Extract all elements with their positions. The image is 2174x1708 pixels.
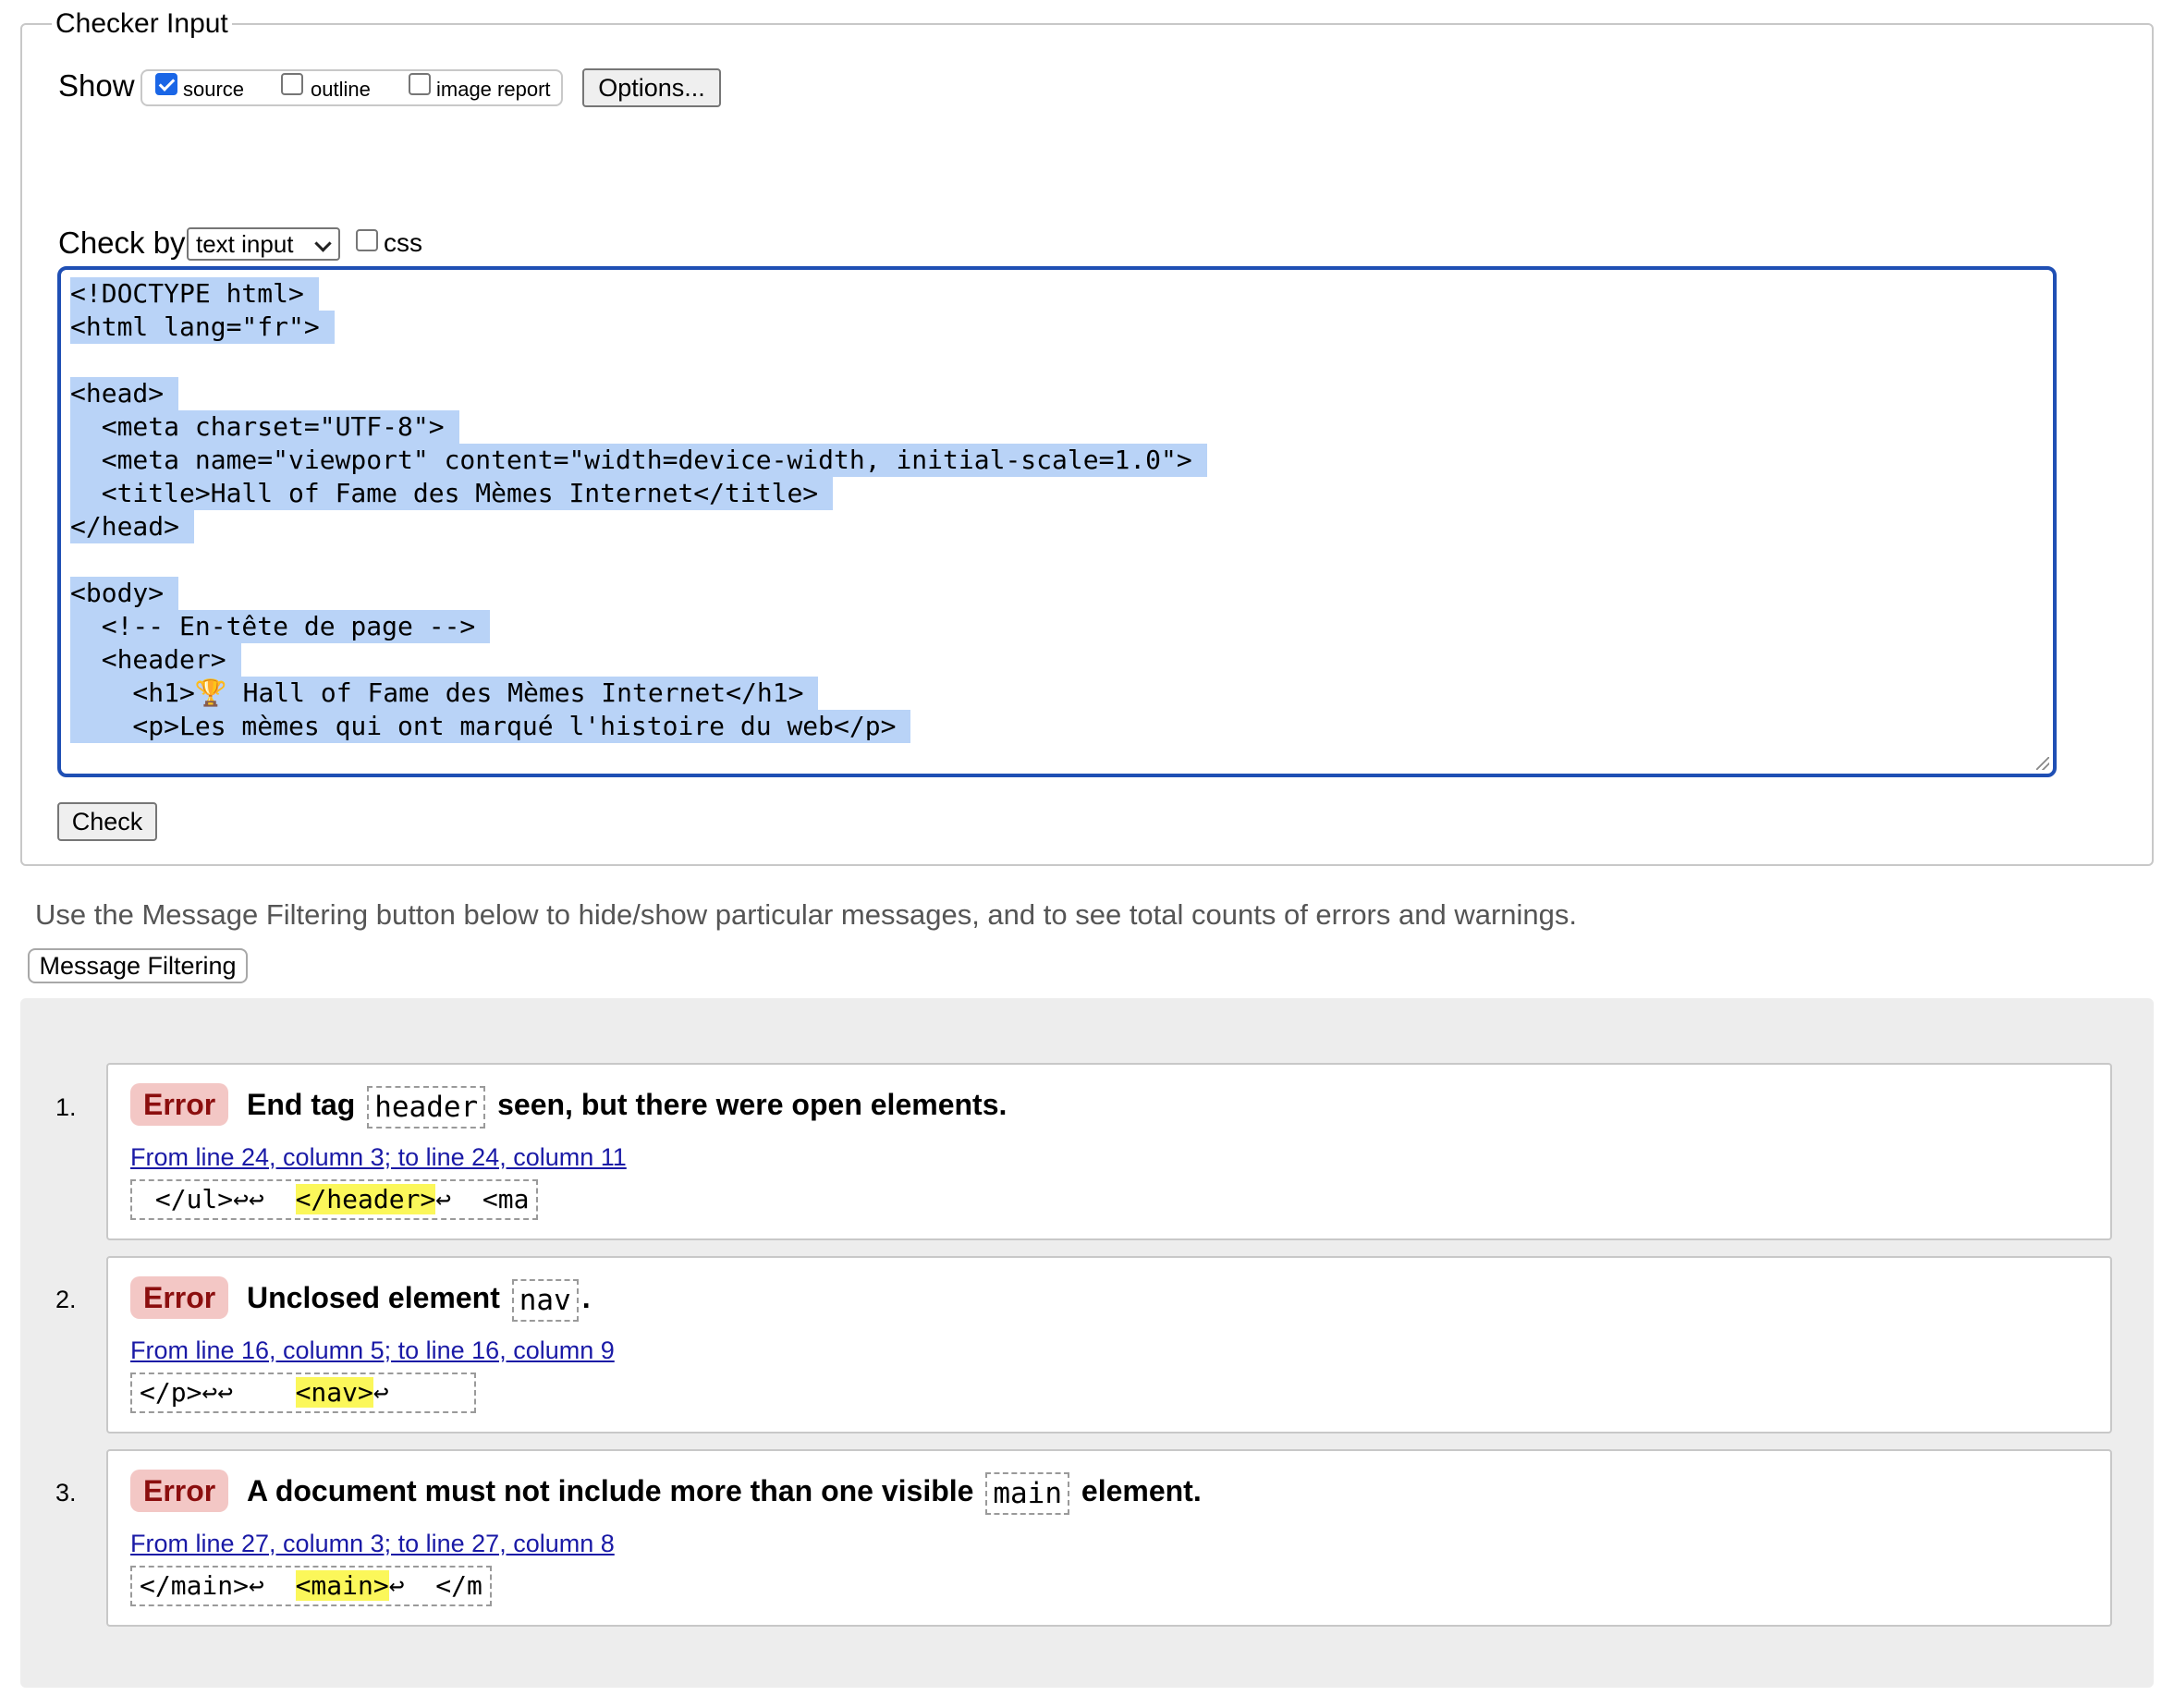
source-checkbox[interactable]: [155, 73, 177, 95]
message-text: End tag header seen, but there were open…: [247, 1083, 1007, 1128]
options-button[interactable]: Options...: [582, 68, 721, 107]
image-report-checkbox[interactable]: [409, 73, 431, 95]
error-message-2: Error Unclosed element nav. From line 16…: [106, 1256, 2112, 1434]
resize-grip-icon[interactable]: [2036, 757, 2049, 770]
check-by-label: Check by: [58, 226, 186, 260]
source-line: <title>Hall of Fame des Mèmes Internet</…: [70, 477, 834, 510]
element-code: header: [367, 1085, 486, 1128]
message-number: 2.: [55, 1286, 77, 1313]
error-badge: Error: [130, 1470, 229, 1512]
error-badge: Error: [130, 1083, 229, 1126]
image-report-option-label: image report: [436, 78, 551, 101]
element-code: main: [985, 1471, 1069, 1515]
source-line: [70, 743, 214, 774]
source-line: <!DOCTYPE html>: [70, 277, 319, 311]
source-line: <header>: [70, 643, 241, 677]
error-badge: Error: [130, 1276, 229, 1319]
source-line: <meta charset="UTF-8">: [70, 410, 459, 444]
message-filtering-button[interactable]: Message Filtering: [28, 948, 248, 983]
chevron-down-icon: [314, 235, 332, 252]
outline-option-label: outline: [311, 78, 371, 101]
source-line: <body>: [70, 577, 179, 610]
filtering-hint: Use the Message Filtering button below t…: [35, 898, 1578, 931]
location-link[interactable]: From line 24, column 3; to line 24, colu…: [130, 1141, 627, 1174]
error-message-1: Error End tag header seen, but there wer…: [106, 1063, 2112, 1240]
results-panel: 1. Error End tag header seen, but there …: [20, 998, 2154, 1688]
source-line: <!-- En-tête de page -->: [70, 610, 491, 643]
location-link[interactable]: From line 16, column 5; to line 16, colu…: [130, 1334, 615, 1367]
check-by-select[interactable]: text input: [187, 227, 340, 261]
show-label: Show: [58, 68, 135, 103]
source-line: <head>: [70, 377, 179, 410]
source-line: <p>Les mèmes qui ont marqué l'histoire d…: [70, 710, 911, 743]
css-label: css: [384, 228, 422, 257]
css-checkbox[interactable]: [356, 229, 378, 251]
message-text: Unclosed element nav.: [247, 1276, 591, 1322]
source-line: [70, 543, 98, 577]
checker-input-legend: Checker Input: [52, 6, 232, 43]
message-text: A document must not include more than on…: [247, 1470, 1202, 1515]
code-extract: </main>↩ <main>↩ </m: [130, 1566, 492, 1606]
code-extract: </ul>↩↩ </header>↩ <ma: [130, 1179, 539, 1220]
code-extract: </p>↩↩ <nav>↩: [130, 1372, 476, 1413]
message-number: 3.: [55, 1479, 77, 1507]
message-number: 1.: [55, 1093, 77, 1121]
element-code: nav: [511, 1278, 579, 1322]
outline-checkbox[interactable]: [281, 73, 303, 95]
source-line: <h1>🏆 Hall of Fame des Mèmes Internet</h…: [70, 677, 819, 710]
error-message-3: Error A document must not include more t…: [106, 1449, 2112, 1627]
show-options-group: source outline image report: [140, 69, 563, 106]
source-option-label: source: [183, 78, 245, 101]
check-button[interactable]: Check: [57, 802, 157, 841]
source-textarea[interactable]: <!DOCTYPE html> <html lang="fr"> <head> …: [57, 266, 2057, 777]
source-line: <html lang="fr">: [70, 311, 335, 344]
source-line: [70, 344, 98, 377]
source-line: <meta name="viewport" content="width=dev…: [70, 444, 1207, 477]
check-by-value: text input: [196, 230, 294, 258]
location-link[interactable]: From line 27, column 3; to line 27, colu…: [130, 1527, 615, 1560]
source-line: </head>: [70, 510, 195, 543]
